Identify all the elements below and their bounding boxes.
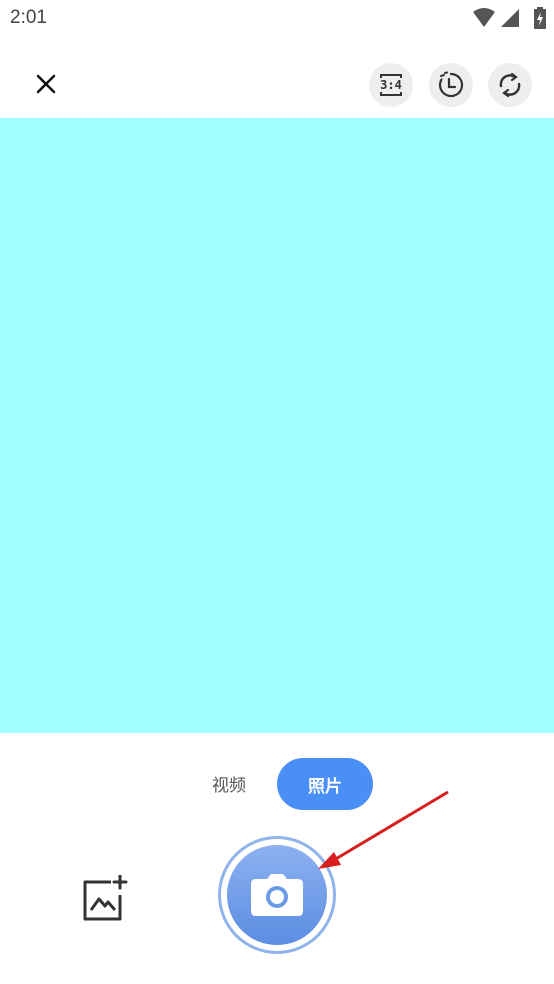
shutter-button[interactable] <box>218 836 336 954</box>
gallery-add-icon <box>83 874 128 921</box>
close-button[interactable] <box>30 68 62 100</box>
close-icon <box>36 74 56 94</box>
camera-icon <box>251 874 303 916</box>
timer-button[interactable] <box>429 63 473 107</box>
shutter-inner <box>227 845 327 945</box>
aspect-ratio-label: 3:4 <box>380 78 402 92</box>
top-bar: 3:4 <box>0 48 554 118</box>
switch-camera-icon <box>499 72 521 98</box>
mode-tab-photo[interactable]: 照片 <box>277 758 373 810</box>
gallery-button[interactable] <box>80 874 128 923</box>
status-bar: 2:01 <box>0 0 554 38</box>
wifi-icon <box>473 8 495 27</box>
camera-preview[interactable] <box>0 118 554 733</box>
timer-icon <box>438 71 464 98</box>
battery-icon <box>534 7 546 29</box>
switch-camera-button[interactable] <box>488 63 532 107</box>
mode-tab-video[interactable]: 视频 <box>196 771 262 797</box>
status-time: 2:01 <box>10 7 47 28</box>
aspect-ratio-button[interactable]: 3:4 <box>369 63 413 107</box>
bottom-controls: 视频 照片 <box>0 733 554 984</box>
signal-icon <box>501 9 519 27</box>
